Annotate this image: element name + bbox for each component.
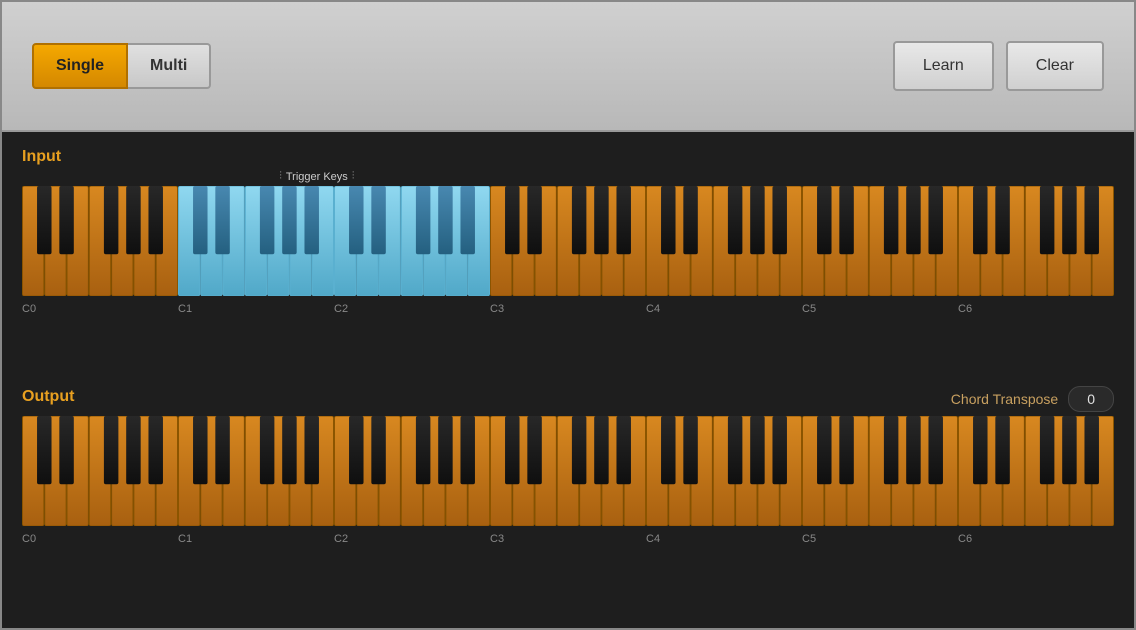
multi-button[interactable]: Multi — [128, 43, 211, 89]
note-label-C6: C6 — [958, 533, 972, 545]
clear-button[interactable]: Clear — [1006, 41, 1104, 91]
output-label: Output — [22, 388, 74, 406]
single-button[interactable]: Single — [32, 43, 128, 89]
top-bar: Single Multi Learn Clear — [2, 2, 1134, 132]
note-label-C5: C5 — [802, 303, 816, 315]
output-section-header: Output Chord Transpose 0 — [22, 386, 1114, 412]
mode-buttons: Single Multi — [32, 43, 211, 89]
right-buttons: Learn Clear — [893, 41, 1104, 91]
note-label-C3: C3 — [490, 533, 504, 545]
note-label-C1: C1 — [178, 533, 192, 545]
note-label-C2: C2 — [334, 303, 348, 315]
trigger-bracket-right: ⫶ — [352, 170, 355, 183]
input-section: Input ⫶ Trigger Keys ⫶ — [22, 148, 1114, 374]
transpose-value: 0 — [1068, 386, 1114, 412]
learn-button[interactable]: Learn — [893, 41, 994, 91]
output-piano-container: C0C1C2C3C4C5C6 — [22, 416, 1114, 526]
note-label-C4: C4 — [646, 533, 660, 545]
note-label-C3: C3 — [490, 303, 504, 315]
main-area: Input ⫶ Trigger Keys ⫶ — [2, 132, 1134, 628]
note-label-C5: C5 — [802, 533, 816, 545]
note-label-C0: C0 — [22, 303, 36, 315]
note-label-C4: C4 — [646, 303, 660, 315]
input-piano-container: ⫶ Trigger Keys ⫶ — [22, 170, 1114, 296]
chord-transpose: Chord Transpose 0 — [951, 386, 1114, 412]
chord-transpose-label: Chord Transpose — [951, 391, 1058, 407]
output-keys-area: C0C1C2C3C4C5C6 — [22, 416, 1114, 526]
note-label-C6: C6 — [958, 303, 972, 315]
output-section: Output Chord Transpose 0 — [22, 386, 1114, 612]
trigger-bracket-left: ⫶ — [279, 170, 282, 183]
note-label-C2: C2 — [334, 533, 348, 545]
trigger-keys-label: ⫶ Trigger Keys ⫶ — [202, 170, 431, 183]
note-label-C1: C1 — [178, 303, 192, 315]
app-container: Single Multi Learn Clear Input ⫶ Trigger… — [0, 0, 1136, 630]
input-keys-area: C0C1C2C3C4C5C6 — [22, 186, 1114, 296]
note-label-C0: C0 — [22, 533, 36, 545]
input-label: Input — [22, 148, 1114, 166]
